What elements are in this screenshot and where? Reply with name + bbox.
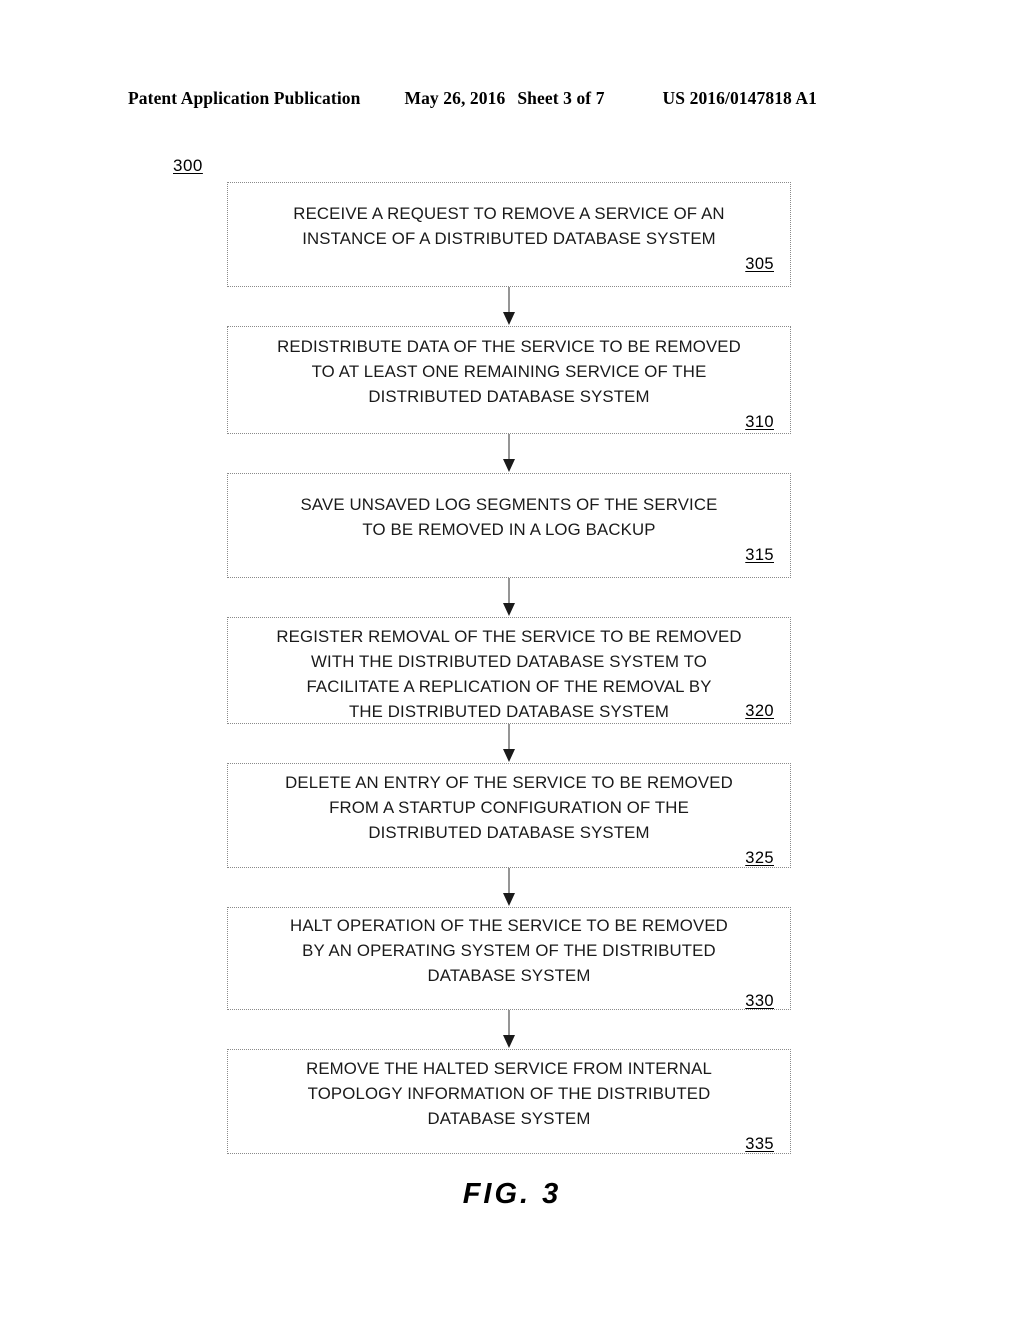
arrow-head-icon	[503, 1035, 515, 1048]
step-text: REGISTER REMOVAL OF THE SERVICE TO BE RE…	[276, 627, 742, 721]
flowchart-step-305: RECEIVE A REQUEST TO REMOVE A SERVICE OF…	[227, 182, 791, 287]
flowchart-step-330: HALT OPERATION OF THE SERVICE TO BE REMO…	[227, 907, 791, 1010]
step-text: HALT OPERATION OF THE SERVICE TO BE REMO…	[290, 915, 728, 985]
arrow-head-icon	[503, 603, 515, 616]
flow-arrow-310-315	[227, 434, 791, 473]
step-reference-numeral: 320	[745, 702, 774, 720]
step-reference-numeral: 305	[745, 255, 774, 273]
step-text: REMOVE THE HALTED SERVICE FROM INTERNAL …	[306, 1058, 712, 1128]
flowchart-step-335: REMOVE THE HALTED SERVICE FROM INTERNAL …	[227, 1049, 791, 1154]
step-text: REDISTRIBUTE DATA OF THE SERVICE TO BE R…	[277, 337, 741, 406]
flow-arrow-315-320	[227, 578, 791, 617]
step-text: SAVE UNSAVED LOG SEGMENTS OF THE SERVICE…	[300, 495, 718, 539]
publication-header: Patent Application Publication May 26, 2…	[128, 88, 896, 109]
flowchart: RECEIVE A REQUEST TO REMOVE A SERVICE OF…	[227, 182, 791, 1154]
arrow-shaft	[508, 287, 510, 314]
arrow-shaft	[508, 1010, 510, 1037]
step-reference-numeral: 325	[745, 848, 774, 867]
diagram-reference-numeral: 300	[173, 156, 203, 175]
step-reference-numeral: 335	[745, 1134, 774, 1153]
step-text: DELETE AN ENTRY OF THE SERVICE TO BE REM…	[285, 772, 733, 842]
step-reference-numeral: 315	[745, 546, 774, 564]
flowchart-step-315: SAVE UNSAVED LOG SEGMENTS OF THE SERVICE…	[227, 473, 791, 578]
flowchart-step-320: REGISTER REMOVAL OF THE SERVICE TO BE RE…	[227, 617, 791, 724]
flow-arrow-325-330	[227, 868, 791, 907]
step-text: RECEIVE A REQUEST TO REMOVE A SERVICE OF…	[293, 204, 725, 248]
arrow-shaft	[508, 578, 510, 605]
step-reference-numeral: 310	[745, 413, 774, 431]
flow-arrow-320-325	[227, 724, 791, 763]
flow-arrow-305-310	[227, 287, 791, 326]
arrow-head-icon	[503, 312, 515, 325]
step-reference-numeral: 330	[745, 991, 774, 1010]
flowchart-step-310: REDISTRIBUTE DATA OF THE SERVICE TO BE R…	[227, 326, 791, 434]
publication-date-sheet: May 26, 2016 Sheet 3 of 7	[404, 88, 604, 109]
arrow-head-icon	[503, 459, 515, 472]
arrow-shaft	[508, 724, 510, 751]
arrow-shaft	[508, 434, 510, 461]
patent-number: US 2016/0147818 A1	[662, 88, 818, 108]
flowchart-step-325: DELETE AN ENTRY OF THE SERVICE TO BE REM…	[227, 763, 791, 868]
arrow-shaft	[508, 868, 510, 895]
arrow-head-icon	[503, 893, 515, 906]
sheet-number: Sheet 3 of 7	[517, 88, 605, 108]
publication-date: May 26, 2016	[404, 88, 506, 108]
arrow-head-icon	[503, 749, 515, 762]
figure-caption: FIG. 3	[462, 1178, 562, 1210]
publication-title: Patent Application Publication	[128, 88, 361, 108]
flow-arrow-330-335	[227, 1010, 791, 1049]
